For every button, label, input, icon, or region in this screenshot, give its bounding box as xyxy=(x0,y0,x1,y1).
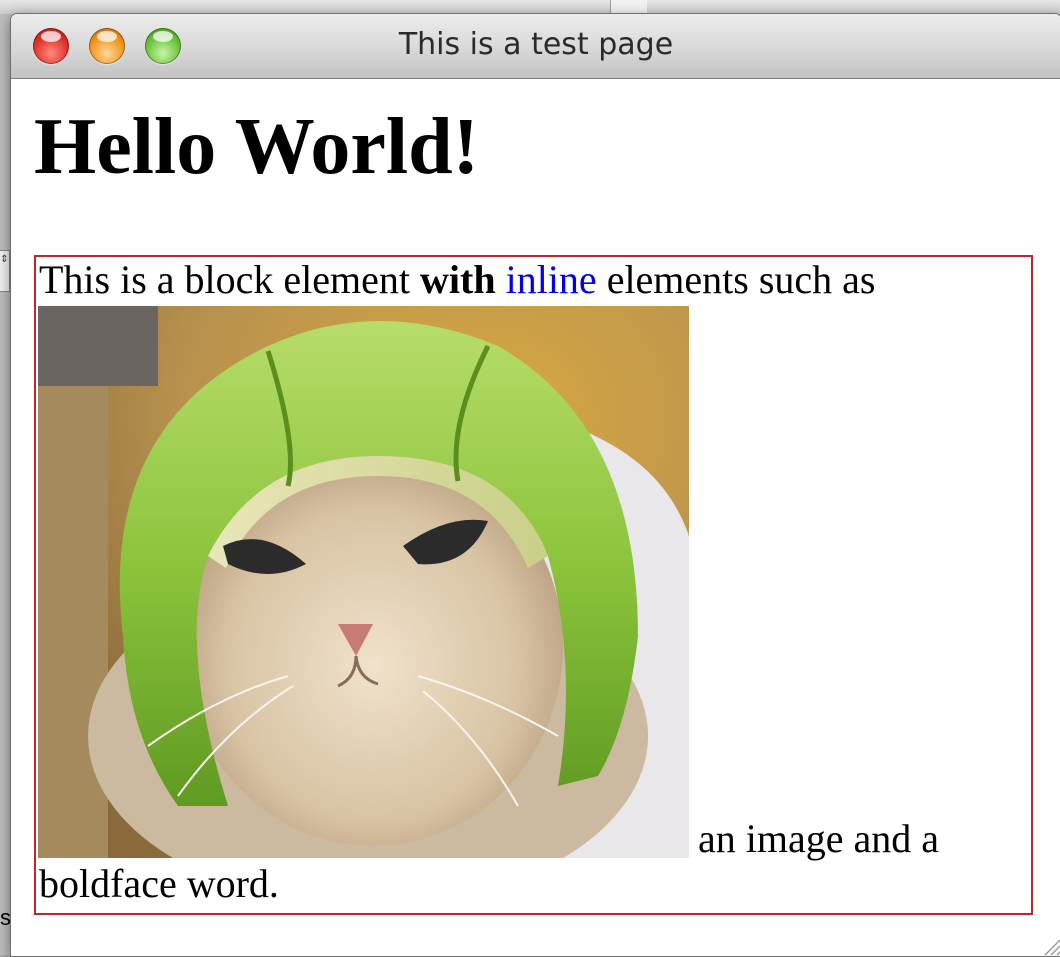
cat-with-lime-helmet-image xyxy=(38,306,689,858)
paragraph-text-start: This is a block element xyxy=(39,257,421,302)
window-title: This is a test page xyxy=(398,27,674,62)
inline-link[interactable]: inline xyxy=(506,257,597,302)
background-stepper[interactable]: ⇕ xyxy=(0,250,10,292)
page-content: Hello World! This is a block element wit… xyxy=(11,79,1060,956)
paragraph-line-3: boldface word. xyxy=(39,861,279,906)
paragraph-line-1: This is a block element with inline elem… xyxy=(39,256,876,304)
title-bar[interactable]: This is a test page xyxy=(11,14,1060,79)
paragraph-space xyxy=(496,257,506,302)
paragraph-text-after-link: elements such as xyxy=(596,257,876,302)
block-element: This is a block element with inline elem… xyxy=(34,255,1033,915)
paragraph-text-after-image: an image and a xyxy=(698,816,939,861)
page-heading: Hello World! xyxy=(34,103,480,191)
browser-window: This is a test page Hello World! This is… xyxy=(10,13,1060,957)
background-toolbar xyxy=(0,0,1060,14)
resize-grip-icon[interactable] xyxy=(1039,934,1060,956)
bold-text: with xyxy=(420,257,496,302)
background-divider xyxy=(610,0,647,14)
